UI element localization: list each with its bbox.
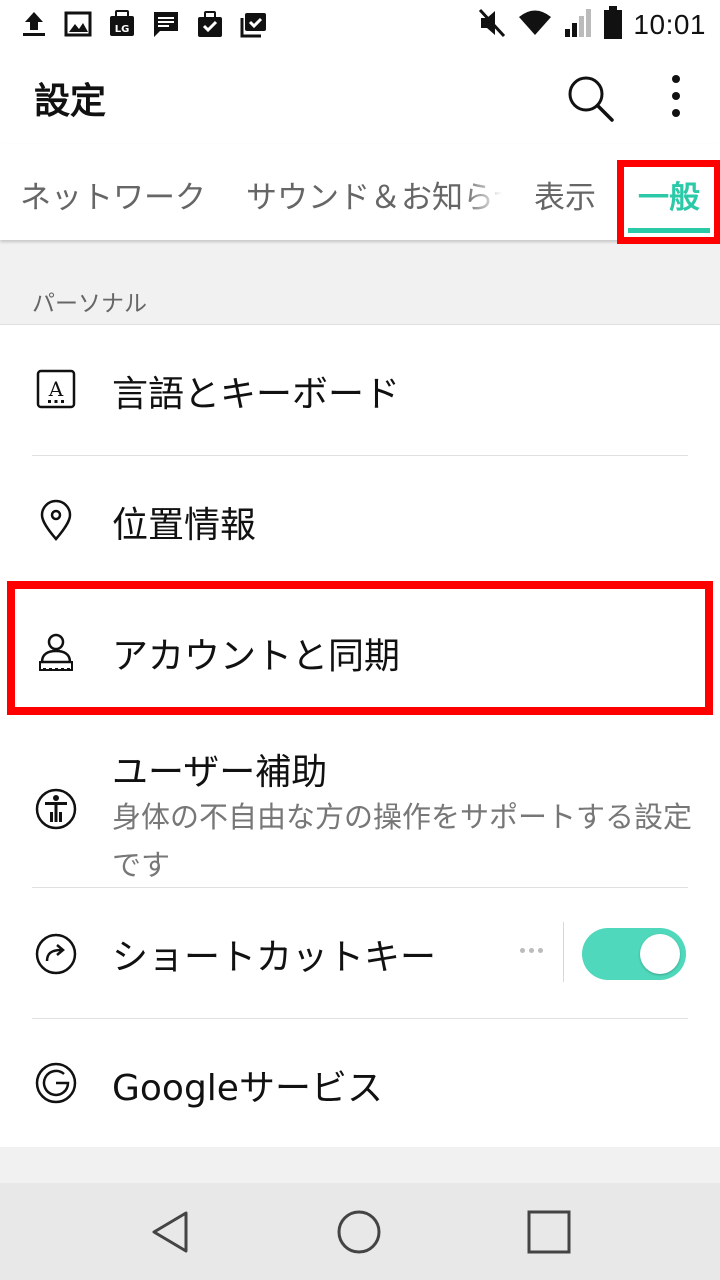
- back-icon[interactable]: [146, 1207, 196, 1257]
- shortcut-keys-toggle[interactable]: [582, 928, 686, 980]
- tab-sound-notifications[interactable]: サウンド＆お知らせ: [246, 172, 502, 217]
- mute-icon: [477, 7, 507, 43]
- list-item-accessibility[interactable]: ユーザー補助 身体の不自由な方の操作をサポートする設定です: [0, 717, 720, 887]
- status-bar: LG 10:01: [0, 0, 720, 50]
- system-icons: 10:01: [477, 6, 706, 44]
- battery-icon: [603, 6, 623, 44]
- shortcut-icon: [35, 933, 77, 975]
- language-icon: A: [36, 369, 76, 409]
- section-header: パーソナル: [32, 291, 147, 317]
- bag-check-icon: [194, 8, 226, 40]
- list-item-label: ショートカットキー: [112, 937, 437, 978]
- bag-check-icon: [238, 8, 270, 40]
- toggle-knob: [640, 934, 680, 974]
- tab-network[interactable]: ネットワーク: [20, 172, 206, 217]
- more-options-button[interactable]: [650, 70, 702, 126]
- location-pin-icon: [40, 499, 72, 541]
- svg-text:A: A: [48, 377, 64, 401]
- list-item-shortcut-keys[interactable]: ショートカットキー: [0, 888, 720, 1018]
- tab-general-highlight-box: [617, 160, 720, 244]
- settings-list: A 言語とキーボード 位置情報 アカウントと同期 ユーザー補助 身体の不自由な方…: [0, 324, 720, 1147]
- svg-text:LG: LG: [115, 24, 130, 35]
- list-item-label: ユーザー補助: [112, 752, 328, 793]
- navigation-bar: [0, 1183, 720, 1280]
- list-item-subtitle: 身体の不自由な方の操作をサポートする設定です: [112, 800, 693, 882]
- accessibility-icon: [35, 788, 77, 830]
- notification-icons: LG: [18, 8, 270, 40]
- page-title: 設定: [34, 81, 107, 122]
- clock: 10:01: [633, 9, 706, 40]
- accounts-sync-highlight-box: [7, 581, 713, 715]
- recent-apps-icon[interactable]: [524, 1207, 574, 1257]
- search-icon: [568, 76, 614, 122]
- list-item-label: 言語とキーボード: [112, 374, 401, 415]
- tab-display[interactable]: 表示: [534, 172, 596, 217]
- list-item-location[interactable]: 位置情報: [0, 456, 720, 586]
- upload-icon: [18, 8, 50, 40]
- message-icon: [150, 8, 182, 40]
- signal-icon: [563, 7, 593, 43]
- list-item-label: Googleサービス: [112, 1068, 383, 1109]
- wifi-icon: [517, 7, 553, 43]
- search-button[interactable]: [562, 70, 618, 126]
- home-icon[interactable]: [334, 1207, 384, 1257]
- list-item-language-keyboard[interactable]: A 言語とキーボード: [0, 325, 720, 455]
- more-vert-icon: [672, 75, 680, 117]
- app-bar: 設定: [0, 50, 720, 144]
- list-item-label: 位置情報: [112, 505, 257, 546]
- image-icon: [62, 8, 94, 40]
- list-item-google-services[interactable]: Googleサービス: [0, 1019, 720, 1147]
- lg-icon: LG: [106, 8, 138, 40]
- more-dots-icon: [520, 948, 543, 953]
- google-icon: [35, 1062, 77, 1104]
- tab-bar: ネットワーク サウンド＆お知らせ 表示 一般: [0, 144, 720, 240]
- vertical-separator: [563, 922, 564, 982]
